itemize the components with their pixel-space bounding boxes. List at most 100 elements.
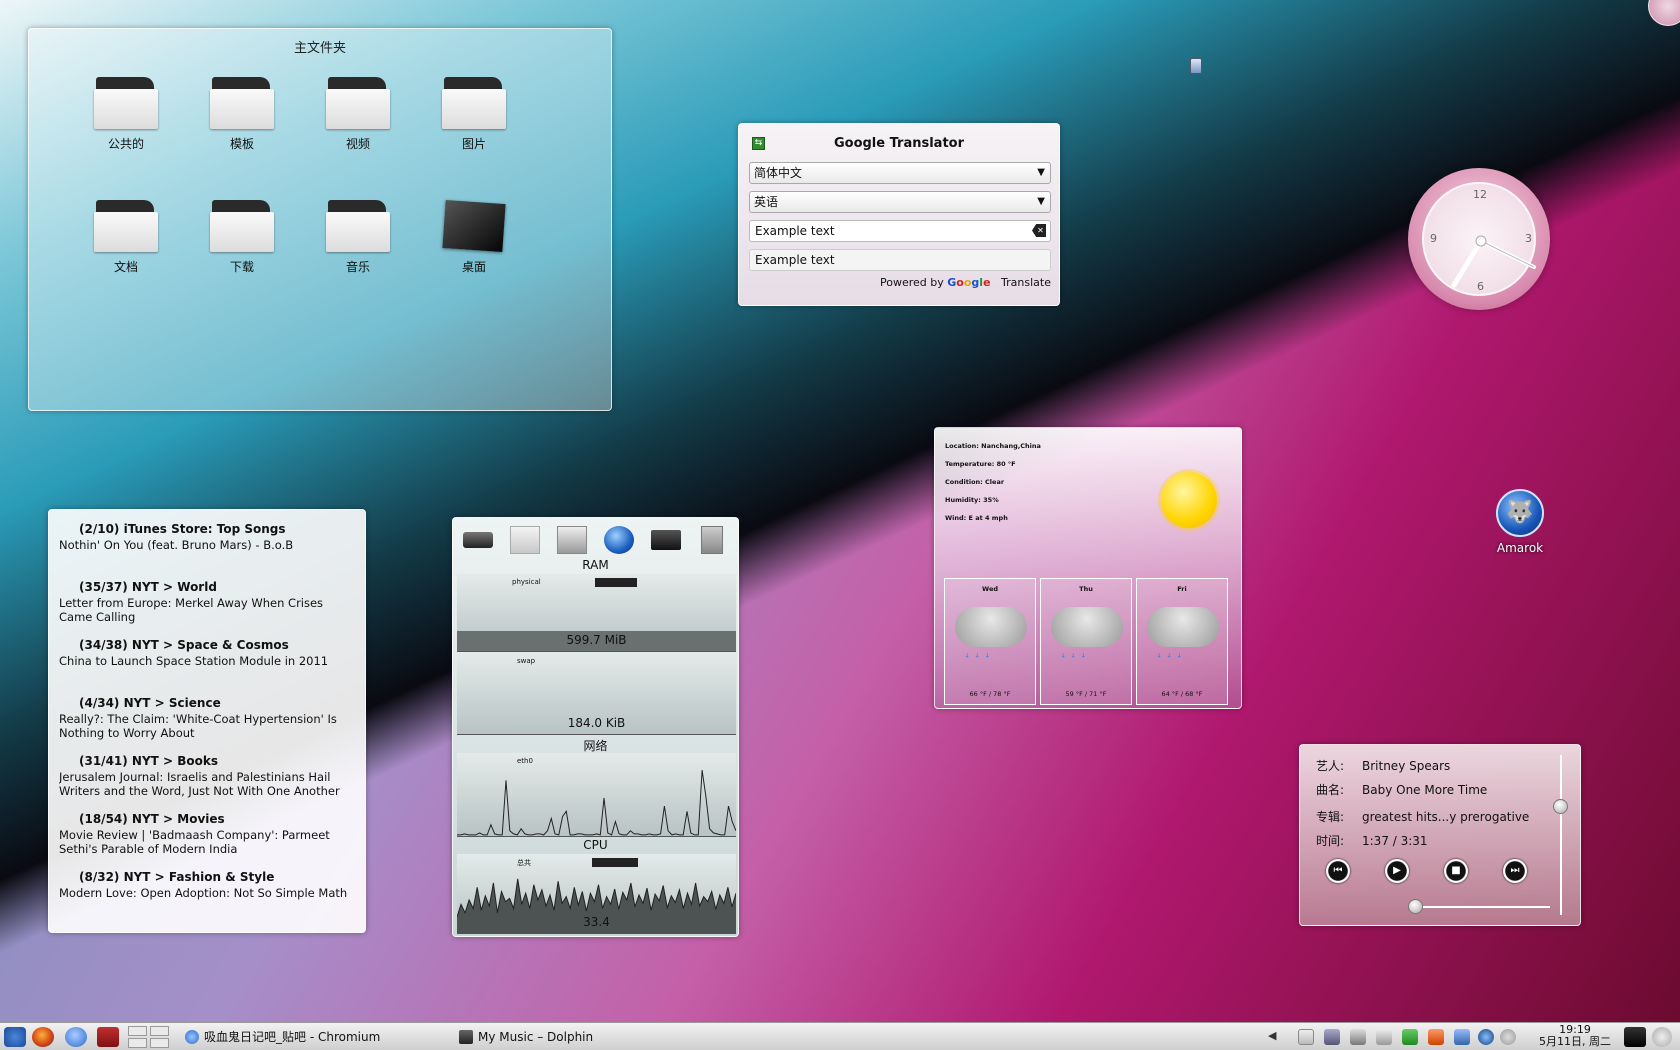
seek-slider-handle[interactable] <box>1408 899 1424 914</box>
network-globe-icon[interactable] <box>604 526 634 554</box>
folder-label: 图片 <box>461 137 486 151</box>
task-label: 吸血鬼日记吧_贴吧 - Chromium <box>204 1030 381 1044</box>
cpu-chip-icon[interactable] <box>701 526 723 554</box>
hard-disk-icon[interactable] <box>463 532 493 548</box>
hardware-icon[interactable] <box>510 526 540 554</box>
time-value: 1:37 / 3:31 <box>1362 834 1428 848</box>
tray-expand-icon[interactable]: ◀ <box>1268 1029 1284 1045</box>
printer-icon[interactable] <box>1454 1029 1470 1045</box>
network-graph: eth0 <box>457 753 736 837</box>
info-icon[interactable] <box>1500 1029 1516 1045</box>
folder-templates[interactable]: 模板 <box>197 77 287 152</box>
amarok-desktop-icon[interactable]: 🐺 Amarok <box>1488 489 1552 555</box>
rain-cloud-icon <box>1147 607 1219 647</box>
network-manager-icon[interactable] <box>1324 1029 1340 1045</box>
news-item[interactable]: (31/41) NYT > Books Jerusalem Journal: I… <box>59 754 359 798</box>
news-feed-title: (34/38) NYT > Space & Cosmos <box>79 638 289 652</box>
translate-link[interactable]: Translate <box>1001 276 1051 289</box>
news-headline[interactable]: Jerusalem Journal: Israelis and Palestin… <box>59 770 359 798</box>
desktop-pager-2[interactable] <box>150 1026 169 1036</box>
news-item[interactable]: (4/34) NYT > Science Really?: The Claim:… <box>59 696 359 740</box>
ram-swap-value: 184.0 KiB <box>567 716 626 730</box>
desktop-pager-4[interactable] <box>150 1038 169 1048</box>
news-item[interactable]: (18/54) NYT > Movies Movie Review | 'Bad… <box>59 812 359 856</box>
folder-icon <box>326 200 390 252</box>
desktop-pager-3[interactable] <box>128 1038 147 1048</box>
seek-slider-track[interactable] <box>1410 906 1550 908</box>
translate-input[interactable]: Example text ✕ <box>749 220 1051 242</box>
forecast-temps: 66 °F / 78 °F <box>969 690 1011 698</box>
task-dolphin[interactable]: My Music – Dolphin <box>456 1026 716 1048</box>
weather-temperature: Temperature: 80 °F <box>945 460 1016 468</box>
cpu-graph: 总共 33.4 <box>457 854 736 934</box>
volume-slider-handle[interactable] <box>1553 799 1568 815</box>
artist-row: 艺人: Britney Spears <box>1316 757 1450 774</box>
kde-menu-icon[interactable] <box>4 1027 26 1047</box>
volume-slider-track[interactable] <box>1560 755 1562 915</box>
plot-line <box>457 770 736 836</box>
folder-pictures[interactable]: 图片 <box>429 77 519 152</box>
folder-music[interactable]: 音乐 <box>313 200 403 275</box>
now-playing-widget: 艺人: Britney Spears 曲名: Baby One More Time … <box>1299 744 1581 926</box>
news-item[interactable]: (8/32) NYT > Fashion & Style Modern Love… <box>59 870 359 900</box>
time-label: 时间: <box>1316 834 1345 848</box>
rain-drops-icon: ꜜꜜꜜ <box>1061 651 1092 664</box>
news-feed-title: (18/54) NYT > Movies <box>79 812 225 826</box>
dictionary-icon[interactable] <box>97 1027 119 1047</box>
album-label: 专辑: <box>1316 810 1345 824</box>
temperature-icon[interactable] <box>557 526 587 554</box>
folder-label: 视频 <box>345 137 370 151</box>
panel-toolbox-icon[interactable] <box>1652 1027 1672 1047</box>
folder-desktop[interactable]: 桌面 <box>429 199 519 275</box>
amarok-tray-icon[interactable] <box>1478 1029 1494 1045</box>
news-headline[interactable]: China to Launch Space Station Module in … <box>59 654 359 668</box>
browser-icon[interactable] <box>65 1027 87 1047</box>
clipboard-icon[interactable] <box>1298 1029 1314 1045</box>
news-headline[interactable]: Nothin' On You (feat. Bruno Mars) - B.o.… <box>59 538 359 552</box>
source-language-value: 简体中文 <box>754 166 803 180</box>
tray-app-icon[interactable] <box>1428 1029 1444 1045</box>
show-desktop-icon[interactable] <box>1624 1027 1646 1047</box>
news-item[interactable]: (35/37) NYT > World Letter from Europe: … <box>59 580 359 624</box>
desktop-pager-1[interactable] <box>128 1026 147 1036</box>
news-headline[interactable]: Letter from Europe: Merkel Away When Cri… <box>59 596 359 624</box>
previous-track-button[interactable]: ⏮ <box>1326 859 1350 883</box>
stop-button[interactable]: ■ <box>1444 859 1468 883</box>
google-logo: Google <box>947 276 991 289</box>
digital-clock[interactable]: 19:19 5月11日, 周二 <box>1530 1024 1620 1048</box>
language-icon[interactable] <box>1376 1029 1392 1045</box>
sun-icon <box>1161 472 1217 528</box>
folder-documents[interactable]: 文档 <box>81 200 171 275</box>
target-language-select[interactable]: 英语 ▼ <box>749 191 1051 213</box>
source-language-select[interactable]: 简体中文 ▼ <box>749 162 1051 184</box>
update-notifier-icon[interactable] <box>1402 1029 1418 1045</box>
news-item[interactable]: (2/10) iTunes Store: Top Songs Nothin' O… <box>59 522 359 552</box>
desktop[interactable]: 主文件夹 公共的 模板 视频 图片 文档 下载 音乐 桌面 ⇆ Google T… <box>0 0 1680 1050</box>
forecast-day: Fri ꜜꜜꜜ 64 °F / 68 °F <box>1136 578 1228 705</box>
clear-text-icon[interactable]: ✕ <box>1032 224 1046 237</box>
folder-videos[interactable]: 视频 <box>313 77 403 152</box>
cpu-usage-value: 33.4 <box>583 915 610 929</box>
folder-icon <box>210 200 274 252</box>
next-track-button[interactable]: ⏭ <box>1503 859 1527 883</box>
news-feed-widget: (2/10) iTunes Store: Top Songs Nothin' O… <box>48 509 366 933</box>
folder-public[interactable]: 公共的 <box>81 77 171 152</box>
powered-by-label: Powered by <box>880 276 944 289</box>
folder-downloads[interactable]: 下载 <box>197 200 287 275</box>
weather-condition: Condition: Clear <box>945 478 1005 486</box>
forecast-day-name: Wed <box>982 585 998 593</box>
news-item[interactable]: (34/38) NYT > Space & Cosmos China to La… <box>59 638 359 668</box>
folder-icon <box>94 200 158 252</box>
task-chromium[interactable]: 吸血鬼日记吧_贴吧 - Chromium <box>182 1026 447 1048</box>
play-button[interactable]: ▶ <box>1385 859 1409 883</box>
monitor-icon[interactable] <box>651 530 681 550</box>
firefox-icon[interactable] <box>32 1027 54 1047</box>
volume-icon[interactable] <box>1350 1029 1366 1045</box>
desktop-toolbox[interactable] <box>1648 0 1680 26</box>
device-notifier-icon[interactable] <box>1190 58 1202 74</box>
news-headline[interactable]: Really?: The Claim: 'White-Coat Hyperten… <box>59 712 359 740</box>
album-row: 专辑: greatest hits...y prerogative <box>1316 808 1529 825</box>
news-headline[interactable]: Modern Love: Open Adoption: Not So Simpl… <box>59 886 359 900</box>
news-headline[interactable]: Movie Review | 'Badmaash Company': Parme… <box>59 828 359 856</box>
analog-clock[interactable]: 12 3 6 9 <box>1408 168 1550 310</box>
